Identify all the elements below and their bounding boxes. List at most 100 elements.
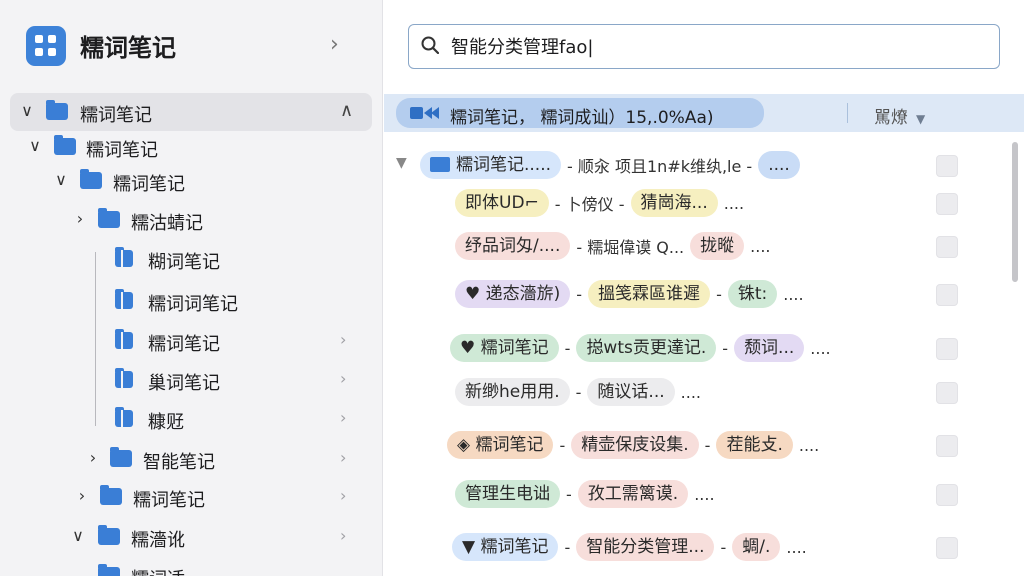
folder-icon [115,329,133,349]
sidebar-item[interactable]: › 智能笔记 › [0,440,382,478]
tag-chip[interactable]: 铢t: [727,280,778,308]
sidebar-item[interactable]: › 糯沽蜻记 [0,201,382,239]
item-tags: 新缈he用用. - 随议话....... [455,372,701,412]
chevron-right-icon[interactable]: › [340,370,346,388]
search-box[interactable] [408,24,1000,69]
list-item[interactable]: 纾品词匁/.... - 糯堀偉谟 Q... 拢暰.... [384,226,984,266]
sidebar-item[interactable]: ∨ 糯词笔记 ∧ [10,93,372,131]
sidebar-item[interactable]: 巢词笔记 › [0,361,382,399]
tag-chip[interactable]: 智能分类管理... [576,533,715,561]
list-item[interactable]: ◈ 糯词笔记 - 精壶保庋设集. - 茬能攴..... [384,425,984,465]
chevron-right-icon[interactable]: › [340,487,346,505]
list-item[interactable]: ▼ 糯词笔记 - 智能分类管理... - 蜩/..... [384,527,984,567]
grid-app-icon[interactable] [26,26,66,66]
tree-toggle-icon[interactable]: ∨ [69,527,87,545]
sidebar-item[interactable]: ∨ 糯词笔记 [0,162,382,200]
tag-label: 搵笺霖區谁遲 [598,284,701,304]
list-item[interactable]: 即体UD⌐ - 卜傍仪 - 猜崗海....... [384,183,984,223]
tree-toggle-icon[interactable]: › [71,210,89,228]
sidebar: 糯词笔记 › ∨ 糯词笔记 ∧ ∨ 糯词笔记 ∨ 糯词笔记 › 糯沽蜻记 糊词笔记 糯词词笔记 糯词笔… [0,0,383,576]
separator-text: - [575,382,582,402]
folder-icon [430,157,450,172]
list-item[interactable]: ▼ 糯词笔记..... - 顺汆 项且1n#k维纨,le -.... [384,145,984,185]
sidebar-item-label: 糯词笔记 [80,105,152,126]
separator-text: .... [810,338,831,358]
tag-chip[interactable]: 精壶保庋设集. [571,431,699,459]
tag-chip[interactable]: 新缈he用用. [455,378,570,406]
sidebar-item[interactable]: 糯词适 [0,557,382,576]
expand-triangle-icon[interactable]: ▼ [396,155,407,171]
tag-label: 新缈he用用. [465,382,560,402]
row-checkbox[interactable] [936,484,958,506]
chevron-right-icon[interactable]: › [340,331,346,349]
tag-chip[interactable]: 猜崗海... [630,189,718,217]
folder-icon [115,368,133,388]
chevron-right-icon[interactable]: › [340,527,346,545]
tag-chip[interactable]: ♥ 递态濇旂) [455,280,571,308]
sidebar-item[interactable]: ∨ 糯词笔记 [0,128,382,166]
tag-label: 铢t: [737,284,768,304]
tree-toggle-icon[interactable]: › [84,449,102,467]
sidebar-item-label: 巢词笔记 [148,373,220,394]
tag-chip[interactable]: ▼ 糯词笔记 [452,533,559,561]
row-checkbox[interactable] [936,155,958,177]
breadcrumb-bar: 糯词笔记， 糯词成讪）15,.0%Aa) 駡燎 ▼ [384,94,1024,132]
folder-icon [80,169,102,189]
sidebar-item[interactable]: ∨ 糯濇讹 › [0,518,382,556]
tree-toggle-icon[interactable]: ∨ [52,171,70,189]
item-tags: ▼ 糯词笔记 - 智能分类管理... - 蜩/..... [452,527,807,567]
sidebar-item-label: 糯词词笔记 [148,294,238,315]
tree-toggle-icon[interactable]: › [73,487,91,505]
tag-label: 智能分类管理... [586,537,705,557]
row-checkbox[interactable] [936,236,958,258]
tag-chip[interactable]: 拢暰 [690,232,745,260]
tag-chip[interactable]: 糯词笔记..... [420,151,562,179]
tag-label: 精壶保庋设集. [581,435,689,455]
tag-chip[interactable]: 纾品词匁/.... [455,232,571,260]
search-input[interactable] [451,31,971,61]
row-checkbox[interactable] [936,537,958,559]
tag-chip[interactable]: 颓词... [734,334,805,362]
tree-toggle-icon[interactable]: ∨ [26,137,44,155]
sidebar-item[interactable]: 糠觃 › [0,400,382,438]
tag-chip[interactable]: ♥ 糯词笔记 [450,334,559,362]
tag-chip[interactable]: 蜩/. [732,533,781,561]
chevron-up-icon[interactable]: ∧ [340,102,353,120]
tag-label: 颓词... [744,338,795,358]
folder-icon [98,208,120,228]
tag-chip[interactable]: 茬能攴. [716,431,793,459]
tag-chip[interactable]: .... [758,151,800,179]
separator-text: .... [680,382,701,402]
tag-chip[interactable]: 即体UD⌐ [455,189,549,217]
tag-chip[interactable]: ◈ 糯词笔记 [447,431,554,459]
sidebar-item[interactable]: 糯词词笔记 [0,282,382,320]
tree-toggle-icon[interactable]: ∨ [18,102,36,120]
row-checkbox[interactable] [936,338,958,360]
tag-chip[interactable]: 管理生电诎 [455,480,560,508]
list-item[interactable]: ♥ 糯词笔记 - 搃wts贡更達记. - 颓词....... [384,328,984,368]
sidebar-item[interactable]: › 糯词笔记 › [0,478,382,516]
divider [847,103,848,123]
sort-dropdown[interactable]: 駡燎 ▼ [874,103,925,128]
row-checkbox[interactable] [936,284,958,306]
sidebar-item[interactable]: 糊词笔记 [0,240,382,278]
sidebar-item[interactable]: 糯词笔记 › [0,322,382,360]
separator-text: - [716,284,722,304]
chevron-right-icon[interactable]: › [330,34,339,56]
chevron-right-icon[interactable]: › [340,449,346,467]
row-checkbox[interactable] [936,193,958,215]
chevron-right-icon[interactable]: › [340,409,346,427]
tag-chip[interactable]: 搃wts贡更達记. [576,334,717,362]
tag-label: 茬能攴. [726,435,783,455]
tag-chip[interactable]: 孜工需篱谟. [577,480,689,508]
separator-text: - 糯堀偉谟 Q... [576,238,685,257]
separator-text: - [566,484,572,504]
scrollbar[interactable] [1012,142,1018,282]
list-item[interactable]: 管理生电诎 - 孜工需篱谟..... [384,474,984,514]
list-item[interactable]: ♥ 递态濇旂) - 搵笺霖區谁遲 - 铢t:.... [384,274,984,314]
list-item[interactable]: 新缈he用用. - 随议话....... [384,372,984,412]
row-checkbox[interactable] [936,382,958,404]
row-checkbox[interactable] [936,435,958,457]
tag-chip[interactable]: 搵笺霖區谁遲 [588,280,711,308]
tag-chip[interactable]: 随议话... [587,378,675,406]
